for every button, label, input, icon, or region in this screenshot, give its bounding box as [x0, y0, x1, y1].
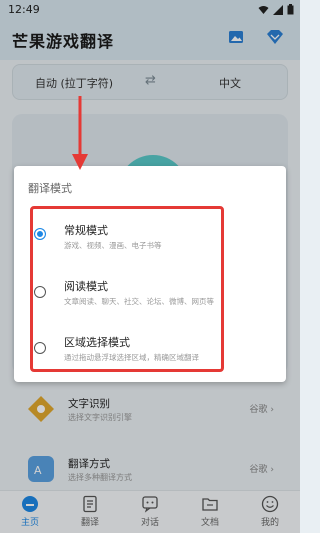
- option-normal-mode[interactable]: 常规模式 游戏、视频、漫画、电子书等: [14, 212, 286, 268]
- translation-mode-dialog: 翻译模式 常规模式 游戏、视频、漫画、电子书等 阅读模式 文章阅读、聊天、社交、…: [14, 166, 286, 382]
- dialog-title: 翻译模式: [28, 182, 72, 195]
- option-label: 区域选择模式: [64, 336, 130, 349]
- option-label: 常规模式: [64, 224, 108, 237]
- option-description: 游戏、视频、漫画、电子书等: [64, 241, 162, 250]
- option-description: 通过拖动悬浮球选择区域，精确区域翻译: [64, 353, 199, 362]
- option-description: 文章阅读、聊天、社交、论坛、微博、网页等: [64, 297, 214, 306]
- radio-button[interactable]: [34, 228, 46, 240]
- option-reading-mode[interactable]: 阅读模式 文章阅读、聊天、社交、论坛、微博、网页等: [14, 268, 286, 324]
- option-region-select-mode[interactable]: 区域选择模式 通过拖动悬浮球选择区域，精确区域翻译: [14, 324, 286, 380]
- annotation-arrow-icon: [72, 96, 88, 170]
- radio-button[interactable]: [34, 286, 46, 298]
- radio-button[interactable]: [34, 342, 46, 354]
- option-label: 阅读模式: [64, 280, 108, 293]
